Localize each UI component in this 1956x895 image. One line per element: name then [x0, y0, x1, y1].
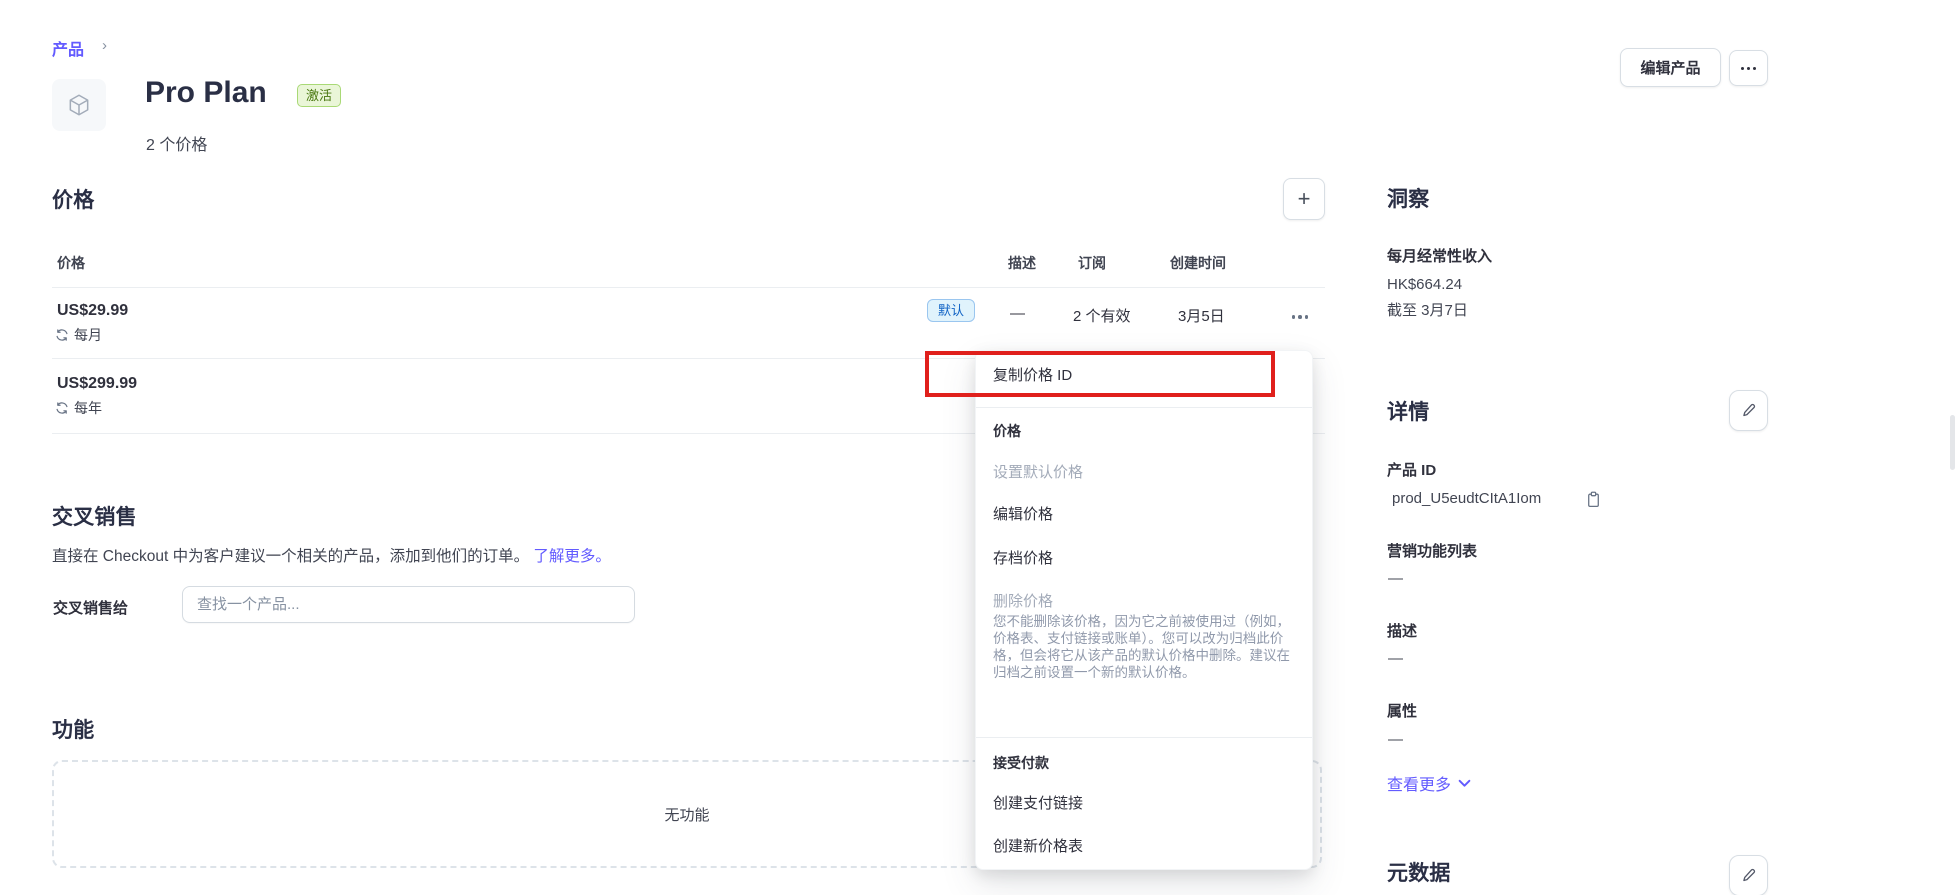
field-value: — — [1388, 570, 1403, 587]
copy-icon[interactable] — [1586, 491, 1601, 508]
field-value: — — [1388, 731, 1403, 748]
details-section-title: 详情 — [1387, 396, 1429, 426]
field-label-description: 描述 — [1387, 620, 1417, 641]
learn-more-link[interactable]: 了解更多。 — [533, 548, 611, 565]
product-id-value: prod_U5eudtCItA1Iom — [1392, 490, 1541, 507]
cross-sell-field-label: 交叉销售给 — [53, 597, 128, 618]
column-header-price: 价格 — [57, 253, 85, 273]
column-header-created: 创建时间 — [1170, 253, 1226, 273]
mrr-label: 每月经常性收入 — [1387, 245, 1492, 266]
features-empty-label: 无功能 — [664, 804, 709, 825]
field-value: — — [1388, 650, 1403, 667]
default-badge: 默认 — [927, 299, 975, 322]
menu-item-create-pricing-table[interactable]: 创建新价格表 — [993, 835, 1083, 856]
features-section-title: 功能 — [52, 714, 94, 744]
chevron-right-icon: › — [102, 37, 107, 54]
product-detail-page: 产品 › Pro Plan 激活 2 个价格 编辑产品 价格 + 价格 描述 订… — [0, 0, 1956, 895]
menu-item-copy-price-id[interactable]: 复制价格 ID — [993, 364, 1072, 385]
see-more-link[interactable]: 查看更多 — [1387, 771, 1471, 795]
price-subscriptions-cell: 2 个有效 — [1073, 305, 1131, 326]
field-label-attributes: 属性 — [1387, 700, 1417, 721]
field-label-feature-list: 营销功能列表 — [1387, 540, 1477, 561]
breadcrumb-products-link[interactable]: 产品 — [52, 36, 84, 60]
menu-item-edit-price[interactable]: 编辑价格 — [993, 503, 1053, 524]
menu-group-title-price: 价格 — [993, 421, 1021, 441]
product-id-label: 产品 ID — [1387, 459, 1436, 480]
prices-section-title: 价格 — [52, 184, 94, 214]
column-header-description: 描述 — [1008, 253, 1036, 273]
product-more-button[interactable] — [1729, 50, 1768, 86]
mrr-value: HK$664.24 — [1387, 276, 1462, 293]
column-header-subscriptions: 订阅 — [1078, 253, 1106, 273]
cross-sell-section-title: 交叉销售 — [52, 501, 137, 531]
menu-item-delete-price: 删除价格 — [993, 590, 1053, 611]
menu-divider — [976, 407, 1312, 408]
menu-group-title-accept-payments: 接受付款 — [993, 753, 1049, 773]
menu-item-set-default-price: 设置默认价格 — [993, 461, 1083, 482]
status-badge: 激活 — [297, 84, 341, 107]
insights-section-title: 洞察 — [1387, 183, 1429, 213]
metadata-section-title: 元数据 — [1387, 857, 1451, 887]
price-count: 2 个价格 — [146, 131, 207, 155]
price-created-cell: 3月5日 — [1178, 305, 1225, 326]
cross-sell-description: 直接在 Checkout 中为客户建议一个相关的产品，添加到他们的订单。 了解更… — [52, 544, 611, 566]
product-thumbnail — [52, 79, 106, 131]
price-interval: 每年 — [55, 398, 102, 418]
add-price-button[interactable]: + — [1283, 178, 1325, 220]
product-search-input[interactable] — [182, 586, 635, 623]
edit-metadata-button[interactable] — [1729, 855, 1768, 895]
menu-divider — [976, 737, 1312, 738]
package-icon — [66, 92, 92, 118]
table-header-divider — [52, 287, 1325, 288]
page-title: Pro Plan — [145, 76, 267, 110]
recurring-icon — [55, 328, 69, 342]
pencil-icon — [1741, 868, 1756, 883]
price-context-menu: 复制价格 ID 价格 设置默认价格 编辑价格 存档价格 删除价格 您不能删除该价… — [975, 350, 1313, 870]
edit-product-button[interactable]: 编辑产品 — [1620, 48, 1721, 87]
ellipsis-icon — [1292, 315, 1296, 319]
ellipsis-icon — [1741, 67, 1744, 70]
price-amount: US$29.99 — [57, 302, 128, 320]
price-interval: 每月 — [55, 325, 102, 345]
price-row-overflow-button[interactable] — [1282, 306, 1318, 328]
mrr-as-of: 截至 3月7日 — [1387, 299, 1468, 320]
edit-details-button[interactable] — [1729, 390, 1768, 431]
price-amount: US$299.99 — [57, 375, 137, 393]
scrollbar-thumb[interactable] — [1950, 415, 1955, 470]
price-description-cell: — — [1010, 305, 1025, 322]
delete-price-disabled-note: 您不能删除该价格，因为它之前被使用过（例如，价格表、支付链接或账单）。您可以改为… — [993, 613, 1299, 681]
pencil-icon — [1741, 403, 1756, 418]
recurring-icon — [55, 401, 69, 415]
chevron-down-icon — [1458, 779, 1471, 788]
menu-item-create-payment-link[interactable]: 创建支付链接 — [993, 792, 1083, 813]
menu-item-archive-price[interactable]: 存档价格 — [993, 547, 1053, 568]
